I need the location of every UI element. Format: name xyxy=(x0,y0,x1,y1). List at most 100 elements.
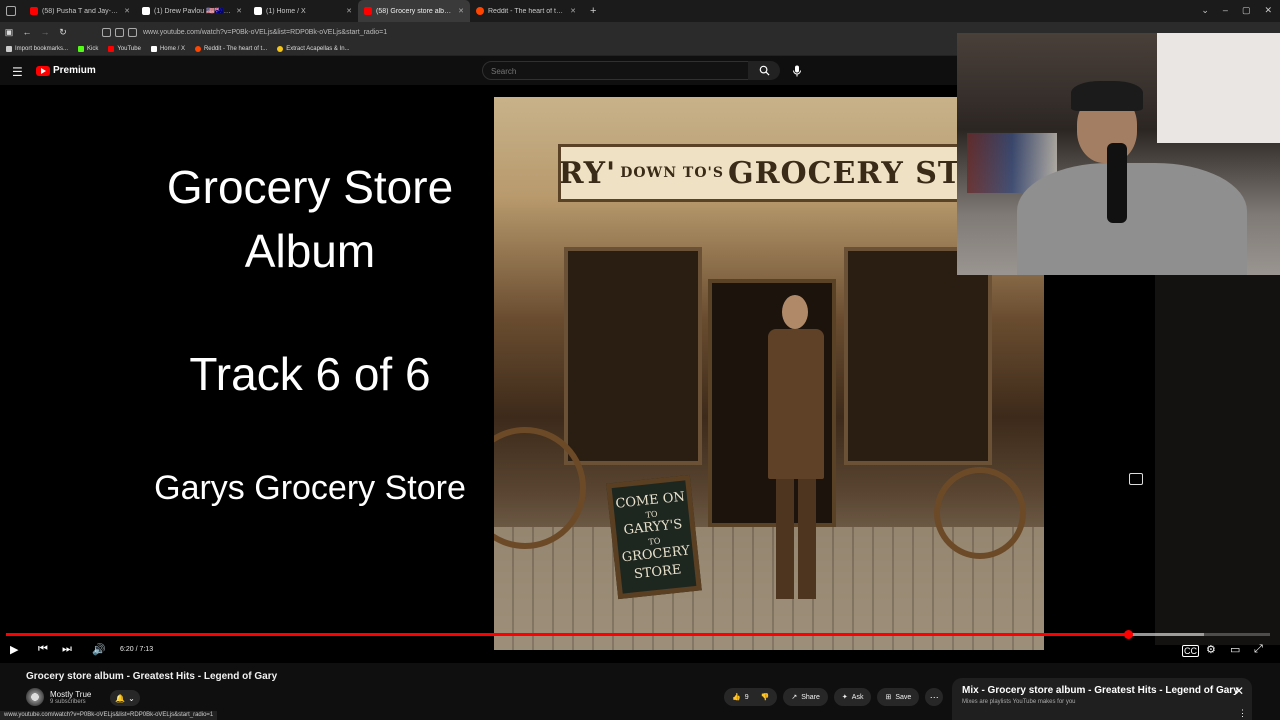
theater-mode-icon[interactable]: ▭ xyxy=(1230,643,1240,656)
youtube-favicon-icon xyxy=(364,7,372,15)
close-icon[interactable]: ✕ xyxy=(346,7,352,15)
menu-icon[interactable]: ☰ xyxy=(12,65,23,79)
maximize-icon[interactable]: ▢ xyxy=(1242,5,1251,16)
mix-title[interactable]: Mix - Grocery store album - Greatest Hit… xyxy=(962,685,1239,696)
shield-icon[interactable] xyxy=(102,27,111,37)
window-close-icon[interactable]: ✕ xyxy=(1264,5,1272,16)
miniplayer-icon[interactable] xyxy=(1129,473,1143,485)
more-actions-button[interactable]: ⋯ xyxy=(925,688,944,706)
close-icon[interactable]: ✕ xyxy=(236,7,242,15)
captions-icon[interactable]: CC xyxy=(1182,645,1199,657)
search-icon xyxy=(759,65,770,76)
figure-head xyxy=(782,295,808,329)
close-icon[interactable]: ✕ xyxy=(570,7,576,15)
time-display: 6:20 / 7:13 xyxy=(120,646,154,653)
video-title: Grocery store album - Greatest Hits - Le… xyxy=(26,671,278,682)
voice-search-button[interactable] xyxy=(788,62,806,80)
bookmark-kick[interactable]: Kick xyxy=(78,45,99,52)
search-input[interactable] xyxy=(489,66,733,77)
bookmark-import[interactable]: Import bookmarks... xyxy=(6,45,68,52)
close-icon[interactable]: ✕ xyxy=(124,7,130,15)
browser-tab-5[interactable]: Reddit - The heart of the intern ✕ xyxy=(470,0,582,22)
youtube-icon xyxy=(108,45,115,52)
chevron-down-icon: ⌄ xyxy=(128,693,135,703)
next-icon[interactable]: ⏭ xyxy=(62,643,72,656)
close-icon[interactable]: ✕ xyxy=(458,7,464,15)
chalkboard-sign: COME ON TO GARYY'S TO GROCERY STORE xyxy=(606,474,702,600)
x-favicon-icon xyxy=(142,7,150,15)
slide-title-line-1: Grocery Store xyxy=(166,161,454,213)
slide-title-line-2: Album xyxy=(244,225,376,277)
reload-icon[interactable]: ↻ xyxy=(54,27,72,38)
bookmark-icon: ⊞ xyxy=(885,694,892,701)
streamer-body xyxy=(1017,163,1247,275)
x-icon xyxy=(150,45,157,52)
streamer-microphone xyxy=(1107,143,1127,223)
permissions-icon[interactable] xyxy=(128,27,137,37)
mix-playlist-panel: Mix - Grocery store album - Greatest Hit… xyxy=(952,678,1252,720)
ask-button[interactable]: ✦ Ask xyxy=(833,688,872,706)
search-box xyxy=(482,61,778,80)
bookmark-reddit[interactable]: Reddit - The heart of t... xyxy=(194,45,267,52)
browser-tab-2[interactable]: (1) Drew Pavlou 🇺🇸🇦🇺 on X ✕ xyxy=(136,0,248,22)
bookmark-extract-acapellas[interactable]: Extract Acapellas & In... xyxy=(277,45,350,52)
search-button[interactable] xyxy=(748,61,780,80)
bookmark-youtube[interactable]: YouTube xyxy=(108,45,141,52)
progress-bar[interactable] xyxy=(6,630,1270,639)
play-icon[interactable]: ▶ xyxy=(10,643,18,656)
brand-label: Premium xyxy=(53,65,96,76)
browser-tab-title: (58) Pusha T and Jay-Z Are in tl xyxy=(42,7,120,15)
browser-tab-title: (58) Grocery store album - xyxy=(376,7,455,15)
youtube-masthead: ☰ Premium xyxy=(0,57,960,85)
share-button[interactable]: ↗ Share xyxy=(783,688,828,706)
settings-gear-icon[interactable]: ⚙ xyxy=(1206,643,1216,656)
notification-bell-button[interactable]: 🔔 ⌄ xyxy=(110,690,140,706)
browser-tab-4-active[interactable]: (58) Grocery store album - ✕ xyxy=(358,0,470,22)
progress-scrubber[interactable] xyxy=(1124,630,1134,639)
store-sign: GARY' DOWN TO'S GROCERY STOR xyxy=(558,144,964,202)
slide-track-name: Garys Grocery Store xyxy=(154,469,466,507)
like-dislike-button[interactable]: 👍 9 👎 xyxy=(724,688,778,706)
bookmark-label: Kick xyxy=(87,45,99,52)
thumbs-up-icon[interactable]: 👍 xyxy=(732,693,741,701)
close-icon[interactable]: ✕ xyxy=(1234,684,1244,698)
channel-avatar[interactable] xyxy=(26,688,44,706)
shopkeeper-figure xyxy=(764,295,828,615)
import-icon xyxy=(6,45,12,52)
back-icon[interactable]: ← xyxy=(18,27,36,37)
new-tab-button[interactable]: + xyxy=(582,5,604,17)
save-label: Save xyxy=(895,693,912,701)
browser-tab-3[interactable]: (1) Home / X ✕ xyxy=(248,0,358,22)
more-vertical-icon[interactable]: ⋮ xyxy=(1238,708,1247,719)
subscriber-count: 9 subscribers xyxy=(50,698,86,705)
store-sign-text: GROCERY STOR xyxy=(727,155,962,191)
save-button[interactable]: ⊞ Save xyxy=(877,688,920,706)
youtube-play-logo-icon xyxy=(36,65,50,76)
fullscreen-icon[interactable]: ⤢ xyxy=(1254,643,1263,656)
url-field[interactable]: www.youtube.com/watch?v=P0Bk-oVELjs&list… xyxy=(143,29,387,36)
status-bar-url: www.youtube.com/watch?v=P0Bk-oVELjs&list… xyxy=(0,711,218,720)
microphone-icon xyxy=(793,65,801,77)
tab-sidebar-toggle[interactable] xyxy=(0,0,24,22)
reddit-favicon-icon xyxy=(476,7,484,15)
bookmark-label: YouTube xyxy=(117,45,141,52)
smiley-icon xyxy=(277,45,284,52)
bookmark-home-x[interactable]: Home / X xyxy=(150,45,185,52)
site-info-icons xyxy=(102,27,137,37)
bell-icon: 🔔 xyxy=(115,693,126,703)
thumbs-down-icon[interactable]: 👎 xyxy=(761,693,770,701)
sidebar-icon[interactable]: ▣ xyxy=(0,27,18,38)
volume-icon[interactable]: 🔊 xyxy=(92,643,106,656)
channel-name[interactable]: Mostly True xyxy=(50,690,91,699)
tab-list-chevron-icon[interactable]: ⌄ xyxy=(1201,5,1209,16)
storefront-window-left xyxy=(564,247,702,465)
streamer-cap xyxy=(1071,81,1143,111)
browser-tab-1[interactable]: (58) Pusha T and Jay-Z Are in tl ✕ xyxy=(24,0,136,22)
youtube-premium-logo[interactable]: Premium xyxy=(36,65,96,76)
lock-icon[interactable] xyxy=(115,27,124,37)
browser-tab-title: Reddit - The heart of the intern xyxy=(488,7,566,15)
minimize-icon[interactable]: – xyxy=(1223,5,1228,16)
bookmark-label: Home / X xyxy=(159,45,185,52)
previous-icon[interactable]: ⏮ xyxy=(38,643,48,656)
forward-icon[interactable]: → xyxy=(36,27,54,37)
